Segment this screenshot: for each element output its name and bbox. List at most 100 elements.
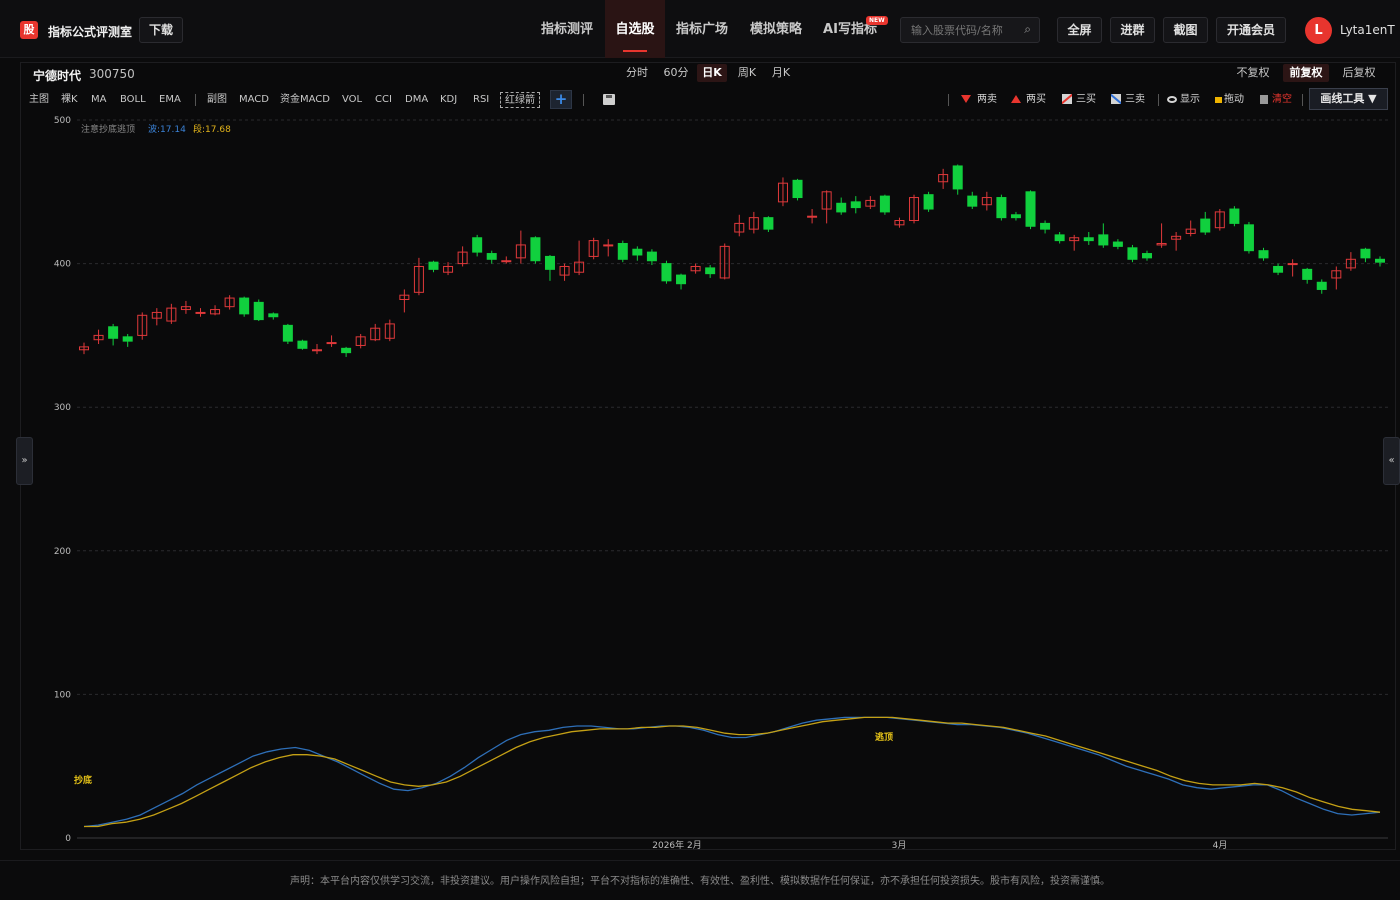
- candle-body: [952, 165, 963, 190]
- candle-body: [472, 237, 483, 253]
- candle: [1273, 263, 1284, 276]
- candle: [544, 254, 555, 281]
- candle-body: [1112, 241, 1123, 247]
- candle-body: [122, 336, 133, 342]
- candle-body: [661, 263, 672, 282]
- candle: [195, 308, 206, 317]
- candle-body: [1142, 253, 1153, 259]
- candle: [574, 240, 585, 276]
- candle: [617, 240, 628, 263]
- candle-body: [1302, 268, 1313, 280]
- candle: [676, 273, 687, 290]
- candle-body: [617, 242, 628, 260]
- y-tick-label: 0: [65, 834, 71, 844]
- candle: [836, 197, 847, 215]
- candle: [501, 256, 512, 264]
- candle: [370, 323, 381, 342]
- candle-body: [501, 260, 512, 263]
- candle: [1360, 247, 1371, 263]
- candle: [938, 168, 949, 189]
- candle: [719, 243, 730, 280]
- expand-left-panel-button[interactable]: »: [16, 437, 33, 485]
- candle: [515, 230, 526, 264]
- candle-body: [1287, 263, 1298, 266]
- x-tick-label: 2026年 2月: [652, 839, 702, 851]
- candle: [632, 246, 643, 261]
- candle-body: [341, 347, 352, 354]
- candle: [79, 342, 89, 355]
- candle-body: [1127, 247, 1138, 260]
- candle-body: [1010, 214, 1021, 219]
- candle-body: [1040, 222, 1051, 230]
- candle: [1331, 266, 1342, 290]
- candle: [224, 295, 235, 310]
- candle-body: [879, 195, 890, 213]
- candle: [457, 246, 468, 267]
- y-axis: 0 100 200 300 400 500: [54, 116, 71, 844]
- candle: [1243, 221, 1254, 254]
- candle-body: [1258, 250, 1269, 259]
- candle: [1171, 232, 1182, 251]
- candle: [1025, 190, 1036, 230]
- candle: [355, 333, 366, 349]
- candle: [1185, 220, 1196, 237]
- candle: [93, 329, 104, 345]
- candle: [326, 335, 337, 347]
- candle: [821, 190, 832, 224]
- x-axis: 2026年 2月 3月 4月: [77, 837, 1388, 851]
- candle: [428, 260, 439, 273]
- candle: [705, 265, 716, 278]
- candle: [1083, 232, 1094, 245]
- candle-body: [268, 313, 279, 318]
- candle-body: [1229, 208, 1240, 224]
- candle: [952, 164, 963, 195]
- candle: [1258, 247, 1269, 261]
- candle-body: [239, 297, 250, 315]
- candle-body: [996, 197, 1007, 219]
- candle: [108, 323, 119, 346]
- candle-body: [428, 261, 439, 270]
- candle-body: [676, 274, 687, 285]
- candle: [1010, 211, 1021, 221]
- expand-right-panel-button[interactable]: «: [1383, 437, 1400, 485]
- candle: [341, 346, 352, 357]
- candle: [1156, 223, 1167, 248]
- candle-body: [1316, 281, 1327, 290]
- candle: [559, 263, 570, 281]
- candle-body: [967, 195, 978, 207]
- candle: [1316, 279, 1327, 294]
- candle: [1040, 220, 1051, 234]
- annotation-top: 逃顶: [875, 731, 893, 743]
- candle: [311, 344, 322, 355]
- candle: [967, 191, 978, 210]
- y-tick-label: 200: [54, 547, 71, 557]
- candle: [1375, 256, 1385, 267]
- candle-body: [1025, 191, 1036, 227]
- candle: [180, 300, 191, 314]
- annotation-bottom: 抄底: [74, 774, 92, 786]
- candle: [1214, 209, 1225, 231]
- y-tick-label: 300: [54, 403, 71, 413]
- candle: [850, 196, 861, 214]
- candle: [253, 299, 264, 322]
- candle-body: [297, 340, 308, 349]
- candle: [777, 177, 788, 207]
- candle: [1302, 267, 1313, 284]
- candle: [894, 217, 905, 228]
- candle-body: [1083, 237, 1094, 242]
- candle: [443, 262, 454, 276]
- candle-body: [763, 217, 774, 230]
- candle: [282, 323, 293, 345]
- kline-chart[interactable]: 0 100 200 300 400 500 2026年 2月 3月 4月 注意抄底逃顶 波:1…: [0, 0, 1400, 900]
- candle: [268, 312, 279, 320]
- candle: [923, 191, 934, 212]
- candle-body: [836, 202, 847, 213]
- segment-line: [84, 716, 1381, 828]
- candle: [210, 305, 221, 316]
- candle-body: [1200, 218, 1211, 233]
- candle: [399, 289, 410, 313]
- candle-body: [646, 251, 657, 262]
- candle-body: [108, 326, 119, 339]
- candle-body: [705, 267, 716, 275]
- candle-body: [807, 215, 818, 218]
